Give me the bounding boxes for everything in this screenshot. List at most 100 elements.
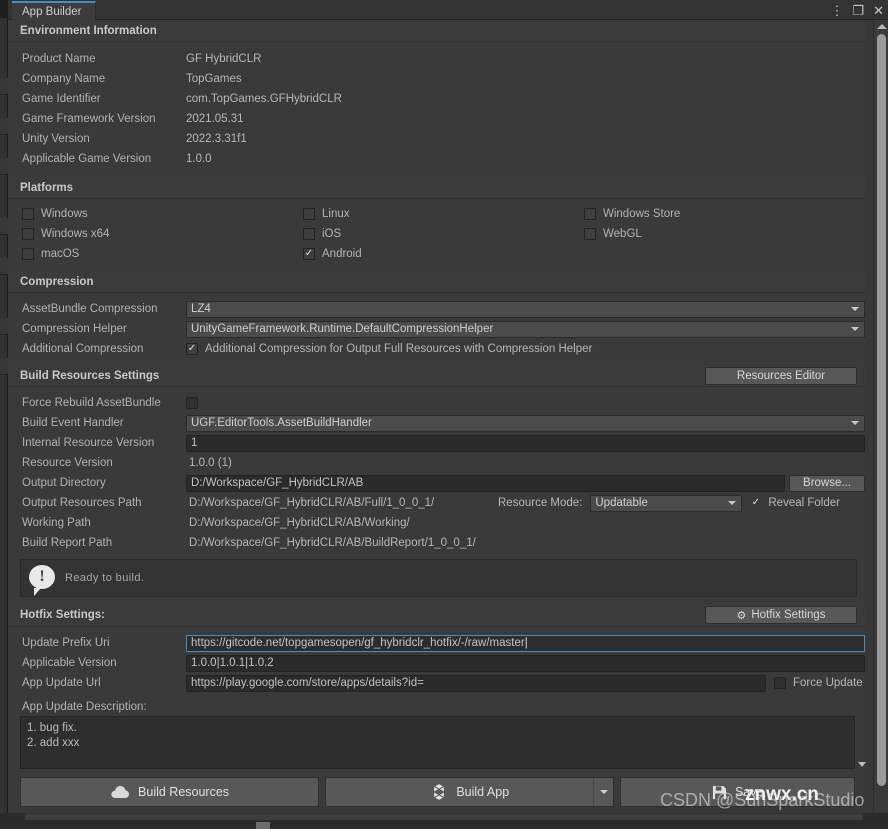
- row-output-resources-path: Output Resources Path D:/Workspace/GF_Hy…: [8, 493, 865, 513]
- info-exclamation-icon: !: [29, 565, 55, 596]
- hotfix-settings-button[interactable]: ⚙ Hotfix Settings: [705, 606, 857, 624]
- platform-windows-store[interactable]: Windows Store: [584, 204, 865, 224]
- scrollbar-thumb[interactable]: [877, 34, 886, 786]
- window-titlebar: App Builder ⋮ ❐ ✕: [8, 0, 888, 20]
- checkbox-ios[interactable]: [303, 228, 315, 240]
- resource-mode-label: Resource Mode:: [498, 497, 583, 509]
- checkbox-windows-store[interactable]: [584, 208, 596, 220]
- vertical-scrollbar[interactable]: [873, 20, 888, 829]
- background-bottom-strip: [0, 813, 888, 829]
- chevron-down-icon: [599, 790, 608, 794]
- force-rebuild-label: Force Rebuild AssetBundle: [22, 397, 161, 409]
- platform-linux[interactable]: Linux: [303, 204, 584, 224]
- build-report-path-label: Build Report Path: [22, 537, 113, 549]
- tab-app-builder[interactable]: App Builder: [12, 1, 97, 20]
- build-event-handler-value: UGF.EditorTools.AssetBuildHandler: [191, 417, 372, 429]
- section-title: Compression: [20, 275, 94, 288]
- cloud-icon: [111, 786, 130, 798]
- assetbundle-compression-dropdown[interactable]: LZ4: [186, 300, 865, 318]
- section-header-environment: Environment Information: [8, 20, 865, 42]
- applicable-version-label: Applicable Version: [22, 657, 117, 669]
- checkbox-reveal-folder[interactable]: ✓: [750, 497, 761, 509]
- update-prefix-uri-value: https://gitcode.net/topgamesopen/gf_hybr…: [191, 637, 525, 649]
- close-icon[interactable]: ✕: [873, 4, 884, 17]
- checkbox-macos[interactable]: [22, 248, 34, 260]
- chevron-down-icon: [851, 327, 859, 331]
- build-resources-label: Build Resources: [138, 785, 230, 799]
- platforms-block: Windows Windows x64 macOS Linux iOS ✓ An…: [8, 199, 865, 271]
- background-window-strip: [0, 18, 8, 829]
- checkbox-webgl[interactable]: [584, 228, 596, 240]
- row-applicable-version: Applicable Version 1.0.0|1.0.1|1.0.2: [8, 653, 865, 673]
- platform-label: iOS: [322, 228, 342, 240]
- section-title: Hotfix Settings:: [20, 608, 105, 621]
- action-button-bar: Build Resources Build App Save: [8, 769, 865, 807]
- resource-mode-dropdown[interactable]: Updatable: [590, 494, 743, 512]
- status-text: Ready to build.: [65, 572, 145, 584]
- resource-version-label: Resource Version: [22, 457, 113, 469]
- output-directory-input[interactable]: D:/Workspace/GF_HybridCLR/AB: [186, 474, 785, 492]
- tab-label: App Builder: [22, 5, 82, 18]
- checkbox-windows[interactable]: [22, 208, 34, 220]
- internal-resource-version-value: 1: [191, 437, 198, 449]
- row-update-prefix-uri: Update Prefix Uri https://gitcode.net/to…: [8, 633, 865, 653]
- env-row-company-name: Company Name TopGames: [8, 69, 865, 89]
- platform-column-1: Windows Windows x64 macOS: [22, 204, 303, 264]
- row-resource-version: Resource Version 1.0.0 (1): [8, 453, 865, 473]
- checkbox-force-rebuild[interactable]: [186, 397, 198, 409]
- window-controls: ⋮ ❐ ✕: [830, 0, 884, 20]
- additional-compression-text: Additional Compression for Output Full R…: [205, 343, 593, 355]
- row-build-event-handler: Build Event Handler UGF.EditorTools.Asse…: [8, 413, 865, 433]
- app-update-description-textarea[interactable]: 1. bug fix. 2. add xxx: [20, 716, 866, 769]
- build-app-button[interactable]: Build App: [325, 777, 615, 807]
- row-output-directory: Output Directory D:/Workspace/GF_HybridC…: [8, 473, 865, 493]
- platform-label: WebGL: [603, 228, 642, 240]
- row-build-report-path: Build Report Path D:/Workspace/GF_Hybrid…: [8, 533, 865, 553]
- section-header-build-resources: Build Resources Settings Resources Edito…: [8, 365, 865, 387]
- platform-label: Android: [322, 248, 362, 260]
- build-app-dropdown-toggle[interactable]: [593, 778, 613, 806]
- platform-windows-x64[interactable]: Windows x64: [22, 224, 303, 244]
- update-prefix-uri-input[interactable]: https://gitcode.net/topgamesopen/gf_hybr…: [186, 634, 865, 652]
- platform-ios[interactable]: iOS: [303, 224, 584, 244]
- checkbox-android[interactable]: ✓: [303, 248, 315, 260]
- build-event-handler-dropdown[interactable]: UGF.EditorTools.AssetBuildHandler: [186, 414, 865, 432]
- browse-button[interactable]: Browse...: [789, 474, 865, 492]
- build-event-handler-label: Build Event Handler: [22, 417, 124, 429]
- chevron-down-icon: [728, 501, 737, 505]
- save-button[interactable]: Save: [620, 777, 855, 807]
- section-title: Build Resources Settings: [20, 369, 160, 382]
- internal-resource-version-input[interactable]: 1: [186, 434, 865, 452]
- platform-column-2: Linux iOS ✓ Android: [303, 204, 584, 264]
- app-update-url-input[interactable]: https://play.google.com/store/apps/detai…: [186, 674, 766, 692]
- checkbox-windows-x64[interactable]: [22, 228, 34, 240]
- section-header-platforms: Platforms: [8, 177, 865, 199]
- resource-mode-value: Updatable: [595, 497, 648, 509]
- env-value: 2021.05.31: [186, 113, 244, 125]
- platform-label: Windows Store: [603, 208, 681, 220]
- platform-android[interactable]: ✓ Android: [303, 244, 584, 264]
- row-app-update-url: App Update Url https://play.google.com/s…: [8, 673, 865, 693]
- row-working-path: Working Path D:/Workspace/GF_HybridCLR/A…: [8, 513, 865, 533]
- checkbox-additional-compression[interactable]: ✓: [186, 343, 198, 355]
- env-row-game-identifier: Game Identifier com.TopGames.GFHybridCLR: [8, 89, 865, 109]
- checkbox-force-update[interactable]: [774, 677, 786, 689]
- section-header-hotfix: Hotfix Settings: ⚙ Hotfix Settings: [8, 603, 865, 627]
- resources-editor-button[interactable]: Resources Editor: [705, 367, 857, 385]
- platform-macos[interactable]: macOS: [22, 244, 303, 264]
- maximize-icon[interactable]: ❐: [852, 4, 864, 17]
- kebab-menu-icon[interactable]: ⋮: [830, 4, 843, 17]
- unity-logo-icon: [434, 784, 445, 800]
- applicable-version-input[interactable]: 1.0.0|1.0.1|1.0.2: [186, 654, 865, 672]
- output-resources-path-value: D:/Workspace/GF_HybridCLR/AB/Full/1_0_0_…: [189, 497, 435, 509]
- status-info-box: ! Ready to build.: [20, 559, 857, 597]
- checkbox-linux[interactable]: [303, 208, 315, 220]
- output-directory-value: D:/Workspace/GF_HybridCLR/AB: [191, 477, 364, 489]
- scroll-up-icon[interactable]: [877, 24, 887, 29]
- platform-webgl[interactable]: WebGL: [584, 224, 865, 244]
- build-resources-button[interactable]: Build Resources: [20, 777, 320, 807]
- assetbundle-compression-value: LZ4: [191, 303, 211, 315]
- row-force-rebuild: Force Rebuild AssetBundle: [8, 393, 865, 413]
- compression-helper-dropdown[interactable]: UnityGameFramework.Runtime.DefaultCompre…: [186, 320, 865, 338]
- platform-windows[interactable]: Windows: [22, 204, 303, 224]
